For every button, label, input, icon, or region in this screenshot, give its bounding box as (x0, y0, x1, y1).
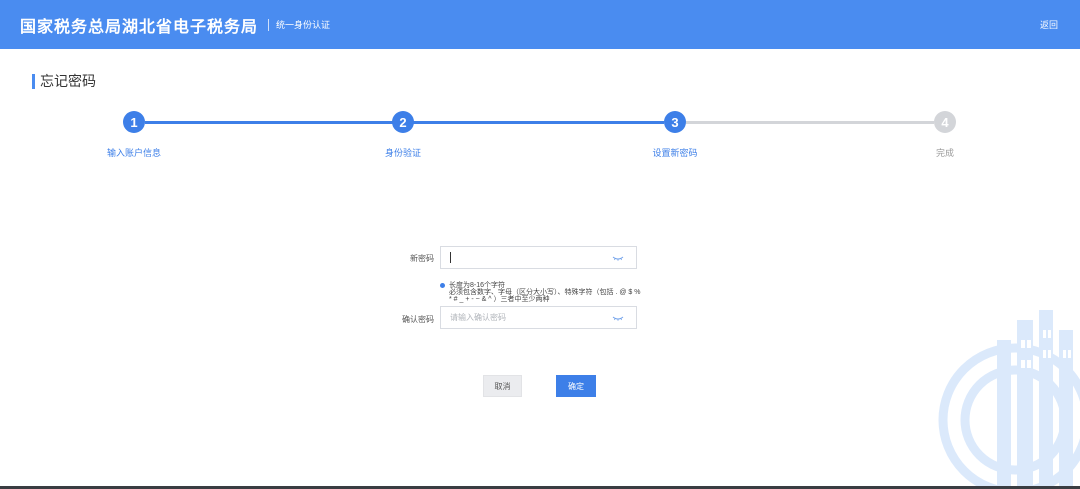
confirm-password-field[interactable]: 请输入确认密码 (440, 306, 637, 329)
eye-closed-icon[interactable] (612, 314, 624, 322)
step-connector-1 (145, 121, 393, 124)
step-4-label: 完成 (935, 148, 955, 158)
step-1-marker: 1 (123, 111, 145, 133)
step-2-marker: 2 (392, 111, 414, 133)
header-bar: 国家税务总局湖北省电子税务局 统一身份认证 返回 (0, 0, 1080, 49)
text-caret (450, 252, 451, 263)
header-divider (268, 18, 270, 31)
info-dot-icon (440, 283, 445, 288)
site-brand[interactable]: 国家税务总局湖北省电子税务局 (20, 13, 258, 37)
cancel-button[interactable]: 取消 (483, 375, 522, 397)
step-3-marker: 3 (664, 111, 686, 133)
hint-line-composition: 必须包含数字、字母（区分大小写）、特殊字符（包括 . @ $ % (449, 289, 641, 296)
page-title-text: 忘记密码 (40, 73, 96, 89)
page: 国家税务总局湖北省电子税务局 统一身份认证 返回 忘记密码 1 2 3 4 输入… (0, 0, 1080, 489)
confirm-password-placeholder: 请输入确认密码 (450, 313, 506, 322)
step-connector-2 (413, 121, 664, 124)
progress-steps: 1 2 3 4 输入账户信息 身份验证 设置新密码 完成 (0, 108, 1080, 168)
confirm-button[interactable]: 确定 (556, 375, 596, 397)
header-subtitle: 统一身份认证 (276, 20, 331, 30)
eye-closed-icon[interactable] (612, 254, 624, 262)
hint-text: 长度为8-16个字符 必须包含数字、字母（区分大小写）、特殊字符（包括 . @ … (449, 282, 679, 303)
hint-line-special-chars: * # _ + - ~ & ^ ）三者中至少两种 (449, 296, 550, 303)
hint-line-length: 长度为8-16个字符 (449, 282, 506, 289)
page-title: 忘记密码 (32, 71, 96, 91)
step-3-label: 设置新密码 (652, 148, 698, 158)
step-connector-3 (686, 121, 934, 124)
new-password-field[interactable] (440, 246, 637, 269)
title-accent-bar (32, 73, 35, 89)
step-1-label: 输入账户信息 (106, 148, 162, 158)
new-password-label: 新密码 (410, 254, 434, 263)
confirm-password-label: 确认密码 (402, 315, 434, 324)
back-link[interactable]: 返回 (1040, 18, 1058, 31)
tax-emblem-watermark (938, 310, 1080, 489)
step-4-marker: 4 (934, 111, 956, 133)
step-2-label: 身份验证 (384, 148, 422, 158)
